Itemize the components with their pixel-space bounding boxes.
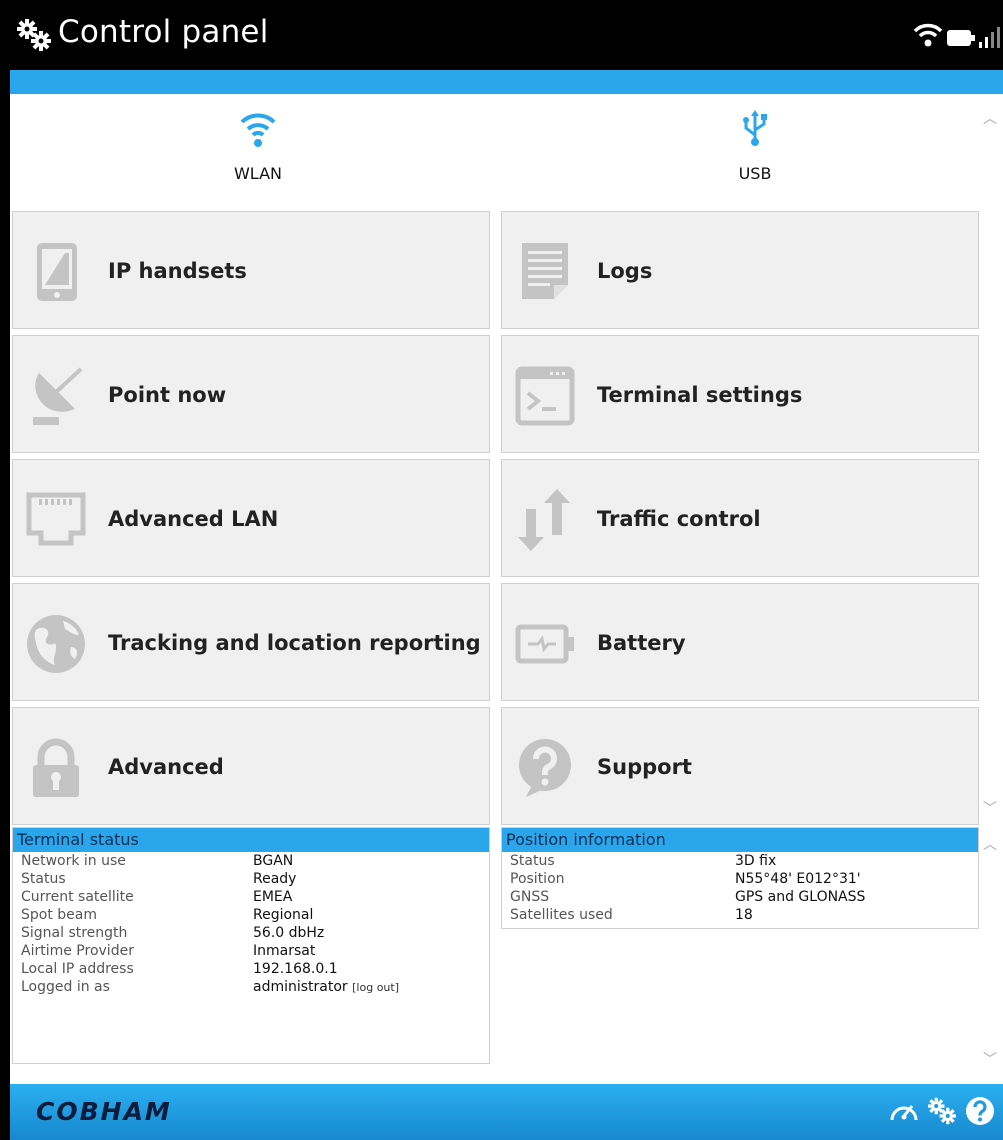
tile-label: IP handsets bbox=[108, 259, 247, 283]
help-icon[interactable] bbox=[965, 1096, 995, 1130]
wifi-icon bbox=[913, 22, 943, 52]
position-row: GNSS GPS and GLONASS bbox=[502, 888, 978, 906]
status-row: Signal strength 56.0 dbHz bbox=[13, 924, 489, 942]
tile-point-now[interactable]: Point now bbox=[12, 335, 490, 453]
row-value: 192.168.0.1 bbox=[253, 961, 338, 977]
status-row: Local IP address 192.168.0.1 bbox=[13, 960, 489, 978]
row-value: BGAN bbox=[253, 853, 294, 869]
battery-icon bbox=[514, 613, 576, 675]
tile-label: Traffic control bbox=[597, 507, 761, 531]
usb-label: USB bbox=[738, 164, 772, 183]
document-icon bbox=[514, 241, 576, 303]
window-left-border bbox=[0, 0, 10, 1140]
row-key: Status bbox=[510, 853, 555, 869]
status-row: Logged in as administrator [log out] bbox=[13, 978, 489, 996]
scroll-up-arrow[interactable]: ︿ bbox=[983, 108, 997, 128]
row-value: GPS and GLONASS bbox=[735, 889, 866, 905]
logout-link[interactable]: [log out] bbox=[352, 981, 399, 994]
panel-scroll-down-arrow[interactable]: ﹀ bbox=[983, 1049, 997, 1069]
row-key: Logged in as bbox=[21, 979, 110, 995]
row-key: Airtime Provider bbox=[21, 943, 134, 959]
row-value: 18 bbox=[735, 907, 753, 923]
tile-ip-handsets[interactable]: IP handsets bbox=[12, 211, 490, 329]
tile-battery[interactable]: Battery bbox=[501, 583, 979, 701]
row-value: Inmarsat bbox=[253, 943, 316, 959]
terminal-status-panel: Terminal status Network in use BGAN Statu… bbox=[12, 827, 490, 1064]
tile-label: Logs bbox=[597, 259, 653, 283]
tile-label: Support bbox=[597, 755, 692, 779]
globe-icon bbox=[25, 613, 87, 675]
row-value: administrator [log out] bbox=[253, 978, 399, 997]
position-row: Satellites used 18 bbox=[502, 906, 978, 924]
connection-icons: WLAN USB bbox=[10, 94, 990, 209]
usb-icon bbox=[740, 110, 770, 152]
tile-label: Battery bbox=[597, 631, 686, 655]
position-row: Status 3D fix bbox=[502, 852, 978, 870]
position-info-panel: Position information Status 3D fix Positi… bbox=[501, 827, 979, 929]
logged-in-user: administrator bbox=[253, 979, 348, 995]
tile-label: Advanced LAN bbox=[108, 507, 279, 531]
status-row: Spot beam Regional bbox=[13, 906, 489, 924]
wlan-label: WLAN bbox=[233, 164, 282, 183]
satellite-dish-icon bbox=[25, 365, 87, 427]
row-key: Local IP address bbox=[21, 961, 134, 977]
battery-icon bbox=[947, 28, 975, 52]
row-key: Network in use bbox=[21, 853, 126, 869]
row-key: Signal strength bbox=[21, 925, 128, 941]
row-value: Ready bbox=[253, 871, 297, 887]
row-value: 3D fix bbox=[735, 853, 777, 869]
question-bubble-icon bbox=[514, 737, 576, 799]
dashboard-icon[interactable] bbox=[889, 1098, 919, 1128]
accent-bar bbox=[10, 70, 1003, 94]
row-key: GNSS bbox=[510, 889, 550, 905]
status-row: Status Ready bbox=[13, 870, 489, 888]
gears-icon bbox=[16, 18, 52, 56]
row-value: N55°48' E012°31' bbox=[735, 871, 861, 887]
scroll-down-arrow[interactable]: ﹀ bbox=[983, 798, 997, 818]
tile-label: Tracking and location reporting bbox=[108, 631, 481, 655]
row-key: Status bbox=[21, 871, 66, 887]
row-key: Spot beam bbox=[21, 907, 97, 923]
row-key: Current satellite bbox=[21, 889, 134, 905]
tile-advanced[interactable]: Advanced bbox=[12, 707, 490, 825]
brand-logo: COBHAM bbox=[36, 1097, 172, 1126]
tile-tracking-location[interactable]: Tracking and location reporting bbox=[12, 583, 490, 701]
usb-button[interactable]: USB bbox=[655, 108, 855, 183]
status-row: Airtime Provider Inmarsat bbox=[13, 942, 489, 960]
ethernet-port-icon bbox=[25, 489, 87, 551]
main-content: WLAN USB ︿ IP handsets Point now Advance… bbox=[10, 94, 1003, 1084]
up-down-arrows-icon bbox=[514, 489, 576, 551]
terminal-icon bbox=[514, 365, 576, 427]
title-bar: Control panel bbox=[10, 0, 1003, 70]
tile-traffic-control[interactable]: Traffic control bbox=[501, 459, 979, 577]
row-key: Satellites used bbox=[510, 907, 613, 923]
panel-title: Terminal status bbox=[13, 828, 489, 852]
tile-label: Terminal settings bbox=[597, 383, 803, 407]
wlan-button[interactable]: WLAN bbox=[158, 108, 358, 183]
page-title: Control panel bbox=[58, 14, 269, 50]
signal-bars-icon bbox=[979, 26, 1001, 52]
row-value: Regional bbox=[253, 907, 314, 923]
gears-icon[interactable] bbox=[927, 1097, 957, 1129]
status-icons bbox=[913, 22, 1001, 52]
tile-label: Advanced bbox=[108, 755, 224, 779]
panel-scroll-up-arrow[interactable]: ︿ bbox=[983, 834, 997, 854]
wifi-icon bbox=[239, 113, 277, 152]
tile-support[interactable]: Support bbox=[501, 707, 979, 825]
panel-title: Position information bbox=[502, 828, 978, 852]
tablet-icon bbox=[25, 241, 87, 303]
status-row: Network in use BGAN bbox=[13, 852, 489, 870]
footer-bar: COBHAM bbox=[10, 1084, 1003, 1140]
position-row: Position N55°48' E012°31' bbox=[502, 870, 978, 888]
row-value: EMEA bbox=[253, 889, 293, 905]
row-key: Position bbox=[510, 871, 565, 887]
row-value: 56.0 dbHz bbox=[253, 925, 325, 941]
tile-label: Point now bbox=[108, 383, 227, 407]
tile-logs[interactable]: Logs bbox=[501, 211, 979, 329]
lock-icon bbox=[25, 737, 87, 799]
tile-advanced-lan[interactable]: Advanced LAN bbox=[12, 459, 490, 577]
tile-terminal-settings[interactable]: Terminal settings bbox=[501, 335, 979, 453]
footer-icons bbox=[889, 1096, 995, 1130]
status-row: Current satellite EMEA bbox=[13, 888, 489, 906]
